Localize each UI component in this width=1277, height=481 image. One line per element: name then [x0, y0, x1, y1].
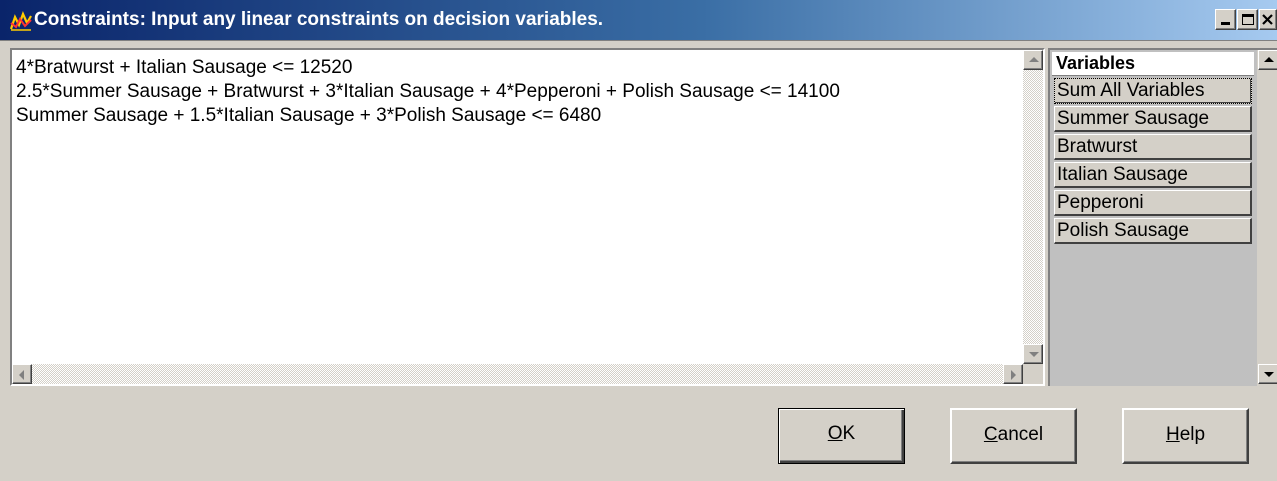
scroll-down-button[interactable]: [1023, 344, 1043, 364]
variables-vertical-scrollbar[interactable]: [1257, 50, 1277, 386]
cancel-mnemonic: C: [983, 424, 998, 445]
scroll-left-button[interactable]: [12, 364, 32, 384]
cancel-button[interactable]: Cancel: [950, 408, 1077, 464]
close-button[interactable]: [1259, 9, 1277, 30]
variables-header: Variables: [1052, 52, 1254, 76]
constraints-dialog: Constraints: Input any linear constraint…: [0, 0, 1277, 481]
constraint-lines: 4*Bratwurst + Italian Sausage <= 12520 2…: [16, 56, 1019, 128]
variables-scroll-down-button[interactable]: [1258, 364, 1277, 384]
arrow-up-icon: [1264, 57, 1274, 62]
help-mnemonic: H: [1165, 424, 1180, 445]
scroll-right-button[interactable]: [1003, 364, 1023, 384]
editor-vertical-scrollbar[interactable]: [1023, 50, 1043, 364]
title-bar[interactable]: Constraints: Input any linear constraint…: [0, 0, 1277, 41]
arrow-down-icon: [1264, 372, 1274, 377]
variable-item-sum-all[interactable]: Sum All Variables: [1054, 78, 1252, 104]
ok-label: K: [842, 423, 856, 444]
help-label: elp: [1179, 424, 1206, 445]
minimize-icon: [1221, 22, 1230, 25]
maximize-icon: [1242, 14, 1254, 25]
arrow-right-icon: [1011, 370, 1016, 380]
scroll-up-button[interactable]: [1023, 50, 1043, 70]
constraint-line[interactable]: 2.5*Summer Sausage + Bratwurst + 3*Itali…: [16, 80, 1019, 104]
scrollbar-corner: [1023, 364, 1043, 384]
minimize-button[interactable]: [1215, 9, 1236, 30]
variables-list[interactable]: Variables Sum All Variables Summer Sausa…: [1048, 48, 1277, 386]
cancel-label: ancel: [997, 424, 1044, 445]
variable-item-polish-sausage[interactable]: Polish Sausage: [1054, 218, 1252, 244]
constraints-textarea[interactable]: 4*Bratwurst + Italian Sausage <= 12520 2…: [10, 48, 1045, 386]
arrow-left-icon: [19, 370, 24, 380]
ok-button[interactable]: OK: [778, 408, 905, 464]
editor-horizontal-scrollbar[interactable]: [12, 364, 1023, 384]
maximize-button[interactable]: [1237, 9, 1258, 30]
variable-item-italian-sausage[interactable]: Italian Sausage: [1054, 162, 1252, 188]
variables-scroll-up-button[interactable]: [1258, 50, 1277, 70]
arrow-up-icon: [1029, 57, 1039, 62]
close-icon: [1262, 14, 1273, 25]
constraint-line[interactable]: Summer Sausage + 1.5*Italian Sausage + 3…: [16, 104, 1019, 128]
variable-item-bratwurst[interactable]: Bratwurst: [1054, 134, 1252, 160]
variable-item-summer-sausage[interactable]: Summer Sausage: [1054, 106, 1252, 132]
variable-item-pepperoni[interactable]: Pepperoni: [1054, 190, 1252, 216]
chart-lines-icon: [10, 11, 32, 31]
window-title: Constraints: Input any linear constraint…: [34, 9, 604, 30]
ok-mnemonic: O: [827, 423, 843, 444]
arrow-down-icon: [1029, 352, 1039, 357]
help-button[interactable]: Help: [1122, 408, 1249, 464]
constraint-line[interactable]: 4*Bratwurst + Italian Sausage <= 12520: [16, 56, 1019, 80]
